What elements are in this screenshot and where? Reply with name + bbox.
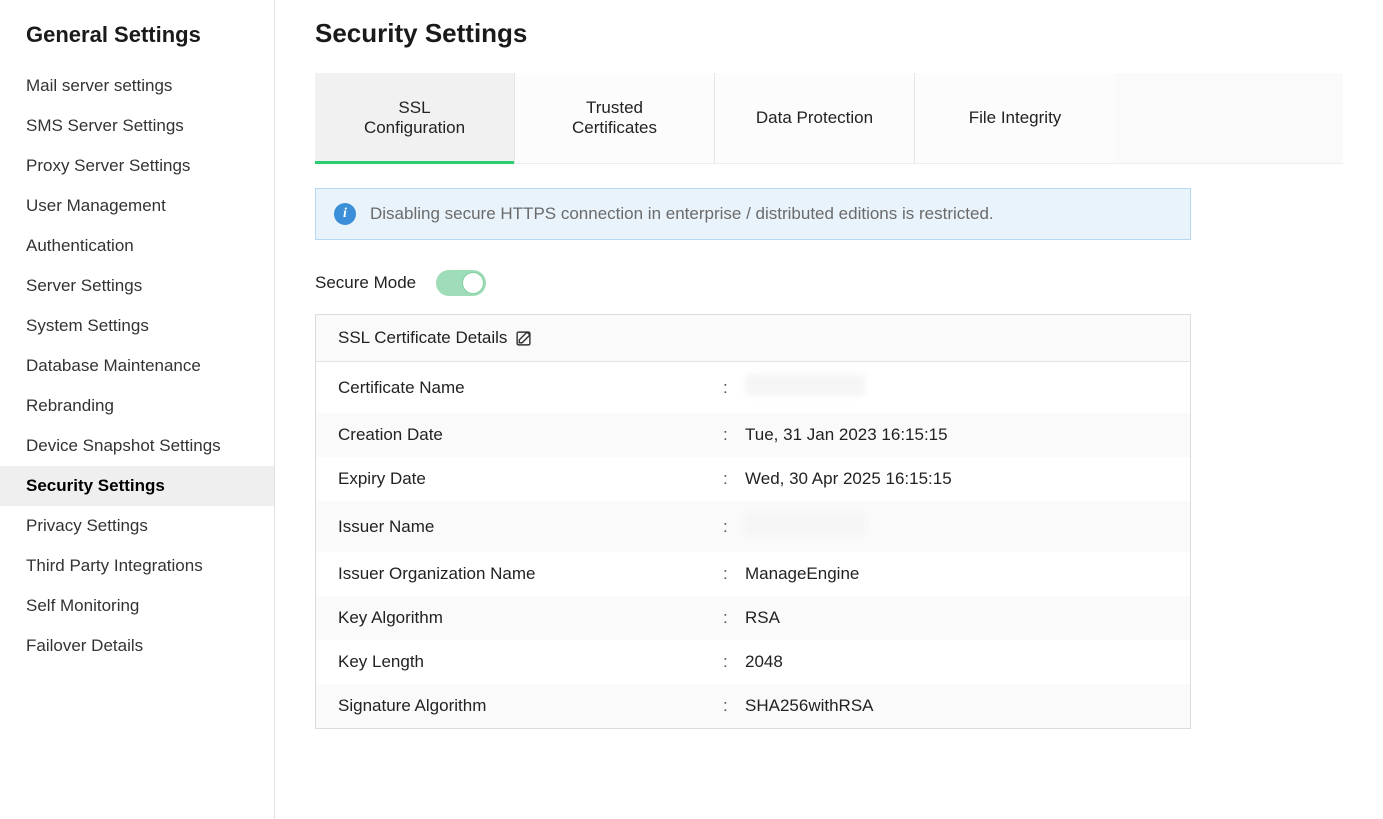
tab-label: File Integrity (969, 108, 1062, 128)
info-icon: i (334, 203, 356, 225)
redacted-value (745, 374, 865, 396)
sidebar-item-self-monitoring[interactable]: Self Monitoring (0, 586, 274, 626)
sidebar-item-mail-server-settings[interactable]: Mail server settings (0, 66, 274, 106)
detail-value: ManageEngine (745, 564, 859, 584)
ssl-cert-panel: SSL Certificate Details Certificate Name… (315, 314, 1191, 729)
sidebar-item-device-snapshot-settings[interactable]: Device Snapshot Settings (0, 426, 274, 466)
detail-row: Key Length:2048 (316, 640, 1190, 684)
detail-row: Issuer Name: (316, 501, 1190, 552)
detail-value: 2048 (745, 652, 783, 672)
sidebar-item-authentication[interactable]: Authentication (0, 226, 274, 266)
tab-label: Trusted Certificates (572, 98, 657, 138)
sidebar-item-sms-server-settings[interactable]: SMS Server Settings (0, 106, 274, 146)
sidebar-item-server-settings[interactable]: Server Settings (0, 266, 274, 306)
sidebar-item-rebranding[interactable]: Rebranding (0, 386, 274, 426)
sidebar-item-system-settings[interactable]: System Settings (0, 306, 274, 346)
detail-separator: : (723, 608, 745, 628)
main-content: Security Settings SSL Configuration Trust… (275, 0, 1383, 819)
detail-label: Issuer Organization Name (338, 564, 723, 584)
detail-value (745, 374, 865, 401)
secure-mode-row: Secure Mode (315, 270, 1343, 296)
info-banner-text: Disabling secure HTTPS connection in ent… (370, 204, 994, 224)
sidebar-item-security-settings[interactable]: Security Settings (0, 466, 274, 506)
sidebar-item-failover-details[interactable]: Failover Details (0, 626, 274, 666)
detail-row: Creation Date:Tue, 31 Jan 2023 16:15:15 (316, 413, 1190, 457)
detail-row: Issuer Organization Name:ManageEngine (316, 552, 1190, 596)
detail-separator: : (723, 652, 745, 672)
detail-label: Certificate Name (338, 378, 723, 398)
detail-separator: : (723, 469, 745, 489)
sidebar-item-third-party-integrations[interactable]: Third Party Integrations (0, 546, 274, 586)
detail-value: RSA (745, 608, 780, 628)
sidebar: General Settings Mail server settingsSMS… (0, 0, 275, 819)
redacted-value (745, 513, 865, 535)
detail-label: Expiry Date (338, 469, 723, 489)
toggle-knob (462, 272, 484, 294)
detail-separator: : (723, 696, 745, 716)
sidebar-title: General Settings (0, 10, 274, 66)
detail-value: Tue, 31 Jan 2023 16:15:15 (745, 425, 948, 445)
detail-row: Certificate Name: (316, 362, 1190, 413)
page-title: Security Settings (315, 18, 1343, 49)
detail-row: Signature Algorithm:SHA256withRSA (316, 684, 1190, 728)
secure-mode-toggle[interactable] (436, 270, 486, 296)
detail-row: Expiry Date:Wed, 30 Apr 2025 16:15:15 (316, 457, 1190, 501)
detail-separator: : (723, 378, 745, 398)
tab-label: Data Protection (756, 108, 873, 128)
detail-value: Wed, 30 Apr 2025 16:15:15 (745, 469, 952, 489)
tab-data-protection[interactable]: Data Protection (715, 73, 915, 163)
security-tabs: SSL Configuration Trusted Certificates Dat… (315, 73, 1343, 164)
sidebar-item-database-maintenance[interactable]: Database Maintenance (0, 346, 274, 386)
tab-label: SSL Configuration (364, 98, 465, 138)
detail-label: Creation Date (338, 425, 723, 445)
info-banner: i Disabling secure HTTPS connection in e… (315, 188, 1191, 240)
ssl-cert-panel-header: SSL Certificate Details (316, 315, 1190, 362)
detail-value: SHA256withRSA (745, 696, 874, 716)
sidebar-item-user-management[interactable]: User Management (0, 186, 274, 226)
tab-ssl-configuration[interactable]: SSL Configuration (315, 73, 515, 163)
detail-label: Key Algorithm (338, 608, 723, 628)
sidebar-item-proxy-server-settings[interactable]: Proxy Server Settings (0, 146, 274, 186)
edit-icon[interactable] (515, 330, 532, 347)
detail-label: Issuer Name (338, 517, 723, 537)
secure-mode-label: Secure Mode (315, 273, 416, 293)
tab-file-integrity[interactable]: File Integrity (915, 73, 1115, 163)
detail-value (745, 513, 865, 540)
detail-row: Key Algorithm:RSA (316, 596, 1190, 640)
tab-trusted-certificates[interactable]: Trusted Certificates (515, 73, 715, 163)
sidebar-item-privacy-settings[interactable]: Privacy Settings (0, 506, 274, 546)
detail-separator: : (723, 564, 745, 584)
panel-title-text: SSL Certificate Details (338, 328, 507, 348)
detail-label: Signature Algorithm (338, 696, 723, 716)
cert-details-body: Certificate Name:Creation Date:Tue, 31 J… (316, 362, 1190, 728)
detail-separator: : (723, 425, 745, 445)
detail-label: Key Length (338, 652, 723, 672)
detail-separator: : (723, 517, 745, 537)
